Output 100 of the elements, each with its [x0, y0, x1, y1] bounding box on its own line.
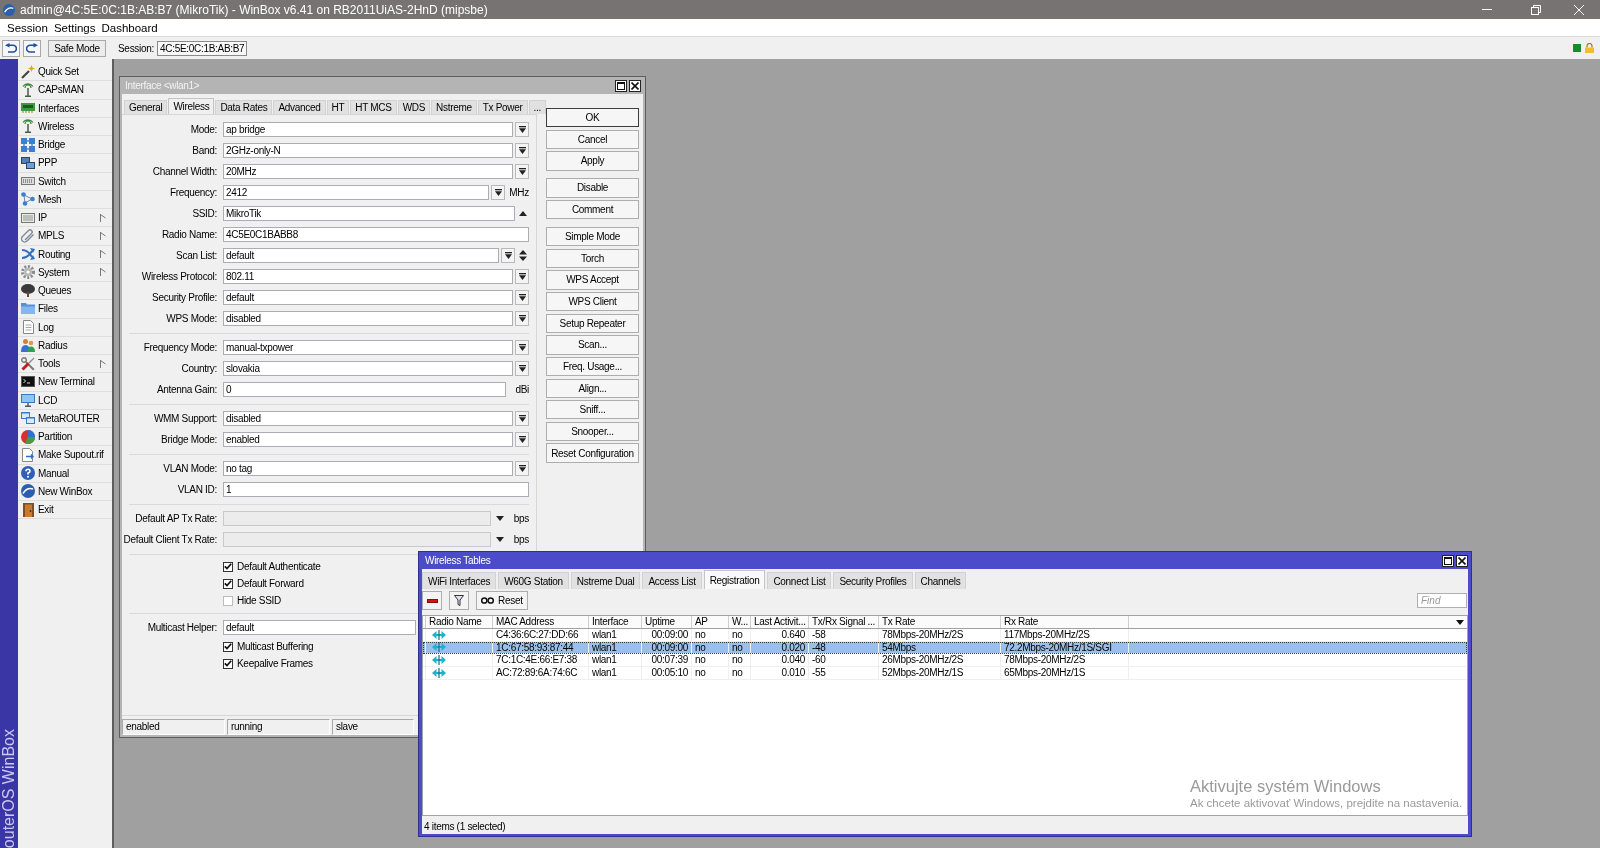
- sidebar-item[interactable]: New WinBox: [18, 482, 112, 501]
- dialog-button[interactable]: Apply: [546, 151, 639, 171]
- input-field[interactable]: [223, 532, 491, 547]
- sidebar-item[interactable]: New Terminal: [18, 373, 112, 392]
- dropdown-button[interactable]: [515, 311, 529, 326]
- table-row[interactable]: AC:72:89:6A:74:6C wlan1 00:05:10 no no 0.010 -55 52Mbps-20MHz/1S 65Mbps-20MHz/1S: [423, 666, 1467, 680]
- column-header[interactable]: Tx Rate: [879, 616, 1001, 628]
- sidebar-item[interactable]: Mesh: [18, 190, 112, 209]
- maximize-button[interactable]: [1442, 554, 1454, 567]
- caret-down-icon[interactable]: [495, 537, 504, 542]
- input-field[interactable]: [223, 511, 491, 526]
- sidebar-item[interactable]: Make Supout.rif: [18, 446, 112, 465]
- tab[interactable]: Connect List: [767, 572, 832, 589]
- dialog-button[interactable]: Cancel: [546, 129, 639, 149]
- combo-field[interactable]: default: [223, 248, 499, 263]
- dialog-button[interactable]: Comment: [546, 199, 639, 220]
- sidebar-item[interactable]: System: [18, 263, 112, 282]
- dialog-button[interactable]: Reset Configuration: [546, 443, 639, 463]
- sidebar-item[interactable]: Log: [18, 318, 112, 337]
- tab[interactable]: Channels: [914, 572, 967, 589]
- dialog-button[interactable]: Sniff...: [546, 400, 639, 420]
- undo-button[interactable]: [2, 39, 20, 57]
- dropdown-field[interactable]: disabled: [223, 311, 513, 326]
- sidebar-item[interactable]: LCD: [18, 391, 112, 410]
- dropdown-button[interactable]: [515, 340, 529, 355]
- dialog-button[interactable]: Torch: [546, 248, 639, 268]
- sidebar-item[interactable]: CAPsMAN: [18, 81, 112, 100]
- sidebar-item[interactable]: Bridge: [18, 136, 112, 155]
- close-button[interactable]: [629, 79, 641, 92]
- dropdown-field[interactable]: default: [223, 290, 513, 305]
- column-header[interactable]: Rx Rate: [1001, 616, 1129, 628]
- text-field[interactable]: 0: [223, 382, 507, 397]
- dropdown-button[interactable]: [515, 361, 529, 376]
- sidebar-item[interactable]: Interfaces: [18, 99, 112, 118]
- sidebar-item[interactable]: IP: [18, 209, 112, 228]
- sidebar-item[interactable]: Tools: [18, 355, 112, 374]
- dropdown-button[interactable]: [515, 432, 529, 447]
- tab[interactable]: W60G Station: [498, 572, 569, 589]
- sidebar-item[interactable]: Queues: [18, 282, 112, 301]
- tab[interactable]: Access List: [642, 572, 702, 589]
- dialog-button[interactable]: Disable: [546, 178, 639, 198]
- dialog-button[interactable]: Setup Repeater: [546, 313, 639, 333]
- tab[interactable]: Advanced: [273, 100, 326, 114]
- tab[interactable]: Nstreme Dual: [570, 572, 641, 589]
- tab[interactable]: WDS: [397, 100, 431, 114]
- dialog-button[interactable]: Freq. Usage...: [546, 356, 639, 377]
- checkbox[interactable]: [223, 578, 233, 589]
- maximize-button[interactable]: [615, 79, 627, 92]
- sidebar-item[interactable]: MPLS: [18, 227, 112, 246]
- dropdown-field[interactable]: 2412: [223, 185, 490, 200]
- column-header[interactable]: Last Activit...: [751, 616, 809, 628]
- dialog-button[interactable]: Snooper...: [546, 421, 639, 442]
- dropdown-field[interactable]: no tag: [223, 461, 513, 476]
- checkbox[interactable]: [223, 561, 233, 572]
- checkbox[interactable]: [223, 658, 233, 669]
- sidebar-item[interactable]: Routing: [18, 245, 112, 264]
- checkbox[interactable]: [223, 641, 233, 652]
- dialog-button[interactable]: Scan...: [546, 335, 639, 355]
- table-row[interactable]: C4:36:6C:27:DD:66 wlan1 00:09:00 no no 0.640 -58 78Mbps-20MHz/2S 117Mbps-20MHz/2S: [423, 629, 1467, 642]
- caret-down-icon[interactable]: [1456, 619, 1464, 625]
- tab[interactable]: HT: [326, 100, 350, 114]
- sidebar-item[interactable]: Files: [18, 300, 112, 319]
- tab[interactable]: WiFi Interfaces: [422, 572, 497, 589]
- sidebar-item[interactable]: Switch: [18, 172, 112, 191]
- dropdown-button[interactable]: [515, 461, 529, 476]
- sidebar-item[interactable]: Manual: [18, 464, 112, 483]
- dropdown-button[interactable]: [515, 269, 529, 284]
- dialog-button[interactable]: WPS Accept: [546, 270, 639, 290]
- dropdown-field[interactable]: disabled: [223, 411, 513, 426]
- tab[interactable]: Registration: [703, 570, 766, 589]
- filter-button[interactable]: [449, 591, 469, 610]
- reset-button[interactable]: Reset: [476, 591, 528, 610]
- column-header[interactable]: Radio Name: [426, 616, 493, 628]
- session-field[interactable]: 4C:5E:0C:1B:AB:B7: [156, 40, 248, 56]
- dropdown-button[interactable]: [491, 185, 506, 200]
- sidebar-item[interactable]: Wireless: [18, 117, 112, 136]
- dialog-button[interactable]: OK: [546, 108, 639, 128]
- column-header[interactable]: Interface: [589, 616, 642, 628]
- dropdown-field[interactable]: slovakia: [223, 361, 513, 376]
- sidebar-item[interactable]: MetaROUTER: [18, 409, 112, 428]
- column-header[interactable]: AP: [692, 616, 729, 628]
- tab[interactable]: Nstreme: [431, 100, 477, 114]
- menu-item[interactable]: Settings: [50, 21, 99, 34]
- sidebar-item[interactable]: PPP: [18, 154, 112, 173]
- dropdown-button[interactable]: [515, 143, 529, 158]
- sidebar-item[interactable]: Radius: [18, 336, 112, 355]
- column-header[interactable]: Uptime: [642, 616, 692, 628]
- dialog-button[interactable]: Align...: [546, 378, 639, 398]
- dropdown-button[interactable]: [515, 411, 529, 426]
- tab[interactable]: HT MCS: [350, 100, 397, 114]
- sidebar-item[interactable]: Partition: [18, 428, 112, 447]
- text-field[interactable]: MikroTik: [223, 206, 515, 221]
- tab[interactable]: Tx Power: [477, 100, 528, 114]
- up-down-arrows-icon[interactable]: [519, 250, 527, 261]
- checkbox[interactable]: [223, 595, 233, 606]
- text-field[interactable]: 4C5E0C1BABB8: [223, 227, 529, 242]
- dropdown-button[interactable]: [515, 164, 529, 179]
- safe-mode-button[interactable]: Safe Mode: [48, 39, 106, 57]
- caret-down-icon[interactable]: [495, 516, 504, 521]
- text-field[interactable]: 1: [223, 482, 529, 497]
